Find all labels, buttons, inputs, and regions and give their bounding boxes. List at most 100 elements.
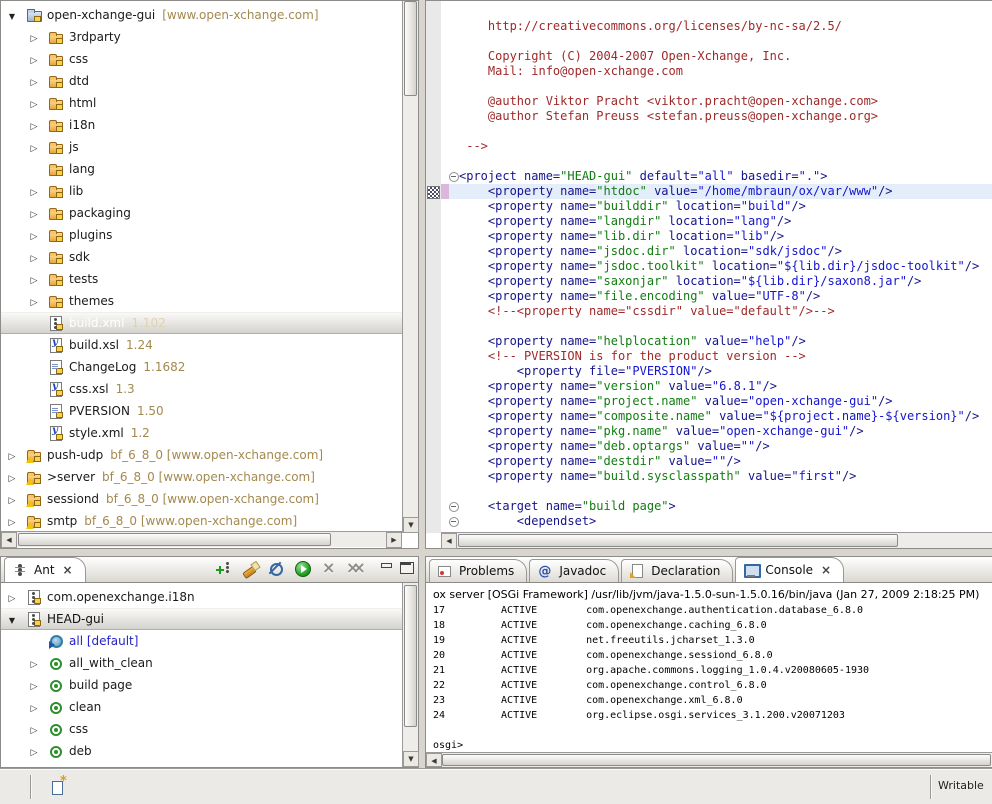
tree-row[interactable]: style.xml 1.2 (1, 422, 402, 444)
editor-line[interactable]: <property name="project.name" value="ope… (441, 394, 992, 409)
scroll-left-button[interactable]: ◀ (441, 533, 457, 549)
fold-toggle-icon[interactable] (449, 184, 459, 199)
editor-line[interactable]: Mail: info@open-xchange.com (441, 64, 992, 79)
fold-toggle-icon[interactable] (449, 34, 459, 49)
tree-row[interactable]: smtp bf_6_8_0 [www.open-xchange.com] (1, 510, 402, 532)
tree-row[interactable]: html (1, 92, 402, 114)
expand-arrow-icon[interactable] (27, 762, 41, 767)
annotation-ruler[interactable] (426, 1, 441, 533)
editor-line[interactable]: <property name="htdoc" value="/home/mbra… (441, 184, 992, 199)
fold-toggle-icon[interactable] (449, 19, 459, 34)
scroll-left-button[interactable]: ◀ (426, 753, 442, 767)
editor-line[interactable]: http://creativecommons.org/licenses/by-n… (441, 19, 992, 34)
scrollbar-thumb[interactable] (442, 754, 991, 766)
editor-line[interactable]: <property name="version" value="6.8.1"/> (441, 379, 992, 394)
expand-arrow-icon[interactable] (27, 180, 41, 202)
tab-declaration[interactable]: Declaration (621, 559, 733, 582)
editor-line[interactable] (441, 79, 992, 94)
expand-arrow-icon[interactable] (5, 586, 19, 608)
tree-row[interactable]: HEAD-gui (1, 608, 402, 630)
editor-line-text[interactable]: @author Stefan Preuss <stefan.preuss@ope… (459, 109, 992, 124)
tree-row[interactable]: sdk (1, 246, 402, 268)
editor-line-text[interactable]: Copyright (C) 2004-2007 Open-Xchange, In… (459, 49, 992, 64)
tree-row[interactable]: >server bf_6_8_0 [www.open-xchange.com] (1, 466, 402, 488)
tab-console[interactable]: Console (735, 557, 844, 582)
scrollbar-thumb[interactable] (18, 533, 331, 546)
tree-row[interactable]: all_with_clean (1, 652, 402, 674)
tree-row[interactable]: lang (1, 158, 402, 180)
tree-row[interactable]: plugins (1, 224, 402, 246)
remove-all-button[interactable] (346, 560, 364, 578)
expand-arrow-icon[interactable] (27, 400, 41, 422)
tree-row[interactable] (1, 762, 402, 767)
expand-arrow-icon[interactable] (27, 246, 41, 268)
editor-line[interactable] (441, 4, 992, 19)
fold-toggle-icon[interactable] (449, 214, 459, 229)
fold-toggle-icon[interactable] (449, 169, 459, 184)
editor-line-text[interactable]: <property name="composite.name" value="$… (459, 409, 992, 424)
editor-line-text[interactable]: <property name="jsdoc.dir" location="sdk… (459, 244, 992, 259)
editor-line[interactable] (441, 484, 992, 499)
fold-toggle-icon[interactable] (449, 319, 459, 334)
hide-internal-targets-button[interactable] (268, 560, 286, 578)
tree-row[interactable]: js (1, 136, 402, 158)
expand-arrow-icon[interactable] (27, 652, 41, 674)
expand-arrow-icon[interactable] (5, 608, 19, 630)
minimize-icon[interactable] (380, 562, 393, 573)
fold-toggle-icon[interactable] (449, 289, 459, 304)
scrollbar-thumb[interactable] (404, 1, 417, 96)
tree-row[interactable]: css (1, 48, 402, 70)
scroll-right-button[interactable]: ▶ (386, 532, 402, 548)
expand-arrow-icon[interactable] (5, 4, 19, 26)
fold-toggle-icon[interactable] (449, 154, 459, 169)
editor-line[interactable]: <property name="build.sysclasspath" valu… (441, 469, 992, 484)
fold-toggle-icon[interactable] (449, 409, 459, 424)
expand-arrow-icon[interactable] (27, 158, 41, 180)
editor-line[interactable]: <project name="HEAD-gui" default="all" b… (441, 169, 992, 184)
tree-row[interactable]: com.openexchange.i18n (1, 586, 402, 608)
fold-toggle-icon[interactable] (449, 379, 459, 394)
tree-row[interactable]: dtd (1, 70, 402, 92)
editor-line-text[interactable]: <dependset> (459, 514, 992, 529)
fold-toggle-icon[interactable] (449, 514, 459, 529)
editor-line-text[interactable]: Mail: info@open-xchange.com (459, 64, 992, 79)
editor-line-text[interactable]: <!--<property name="cssdir" value="defau… (459, 304, 992, 319)
fold-toggle-icon[interactable] (449, 244, 459, 259)
editor-line-text[interactable] (459, 319, 992, 334)
scroll-down-button[interactable]: ▼ (403, 517, 419, 533)
fold-toggle-icon[interactable] (449, 424, 459, 439)
explorer-vertical-scrollbar[interactable]: ▼ (402, 1, 418, 533)
editor-line[interactable]: @author Stefan Preuss <stefan.preuss@ope… (441, 109, 992, 124)
expand-arrow-icon[interactable] (27, 48, 41, 70)
editor-line[interactable]: <property name="helplocation" value="hel… (441, 334, 992, 349)
expand-arrow-icon[interactable] (5, 444, 19, 466)
scroll-down-button[interactable]: ▼ (403, 751, 419, 767)
expand-arrow-icon[interactable] (27, 136, 41, 158)
editor-line-text[interactable]: --> (459, 139, 992, 154)
editor-line[interactable]: <dependset> (441, 514, 992, 529)
scrollbar-thumb[interactable] (404, 585, 417, 727)
close-tab-icon[interactable] (821, 564, 831, 576)
editor-line-text[interactable]: <property name="jsdoc.toolkit" location=… (459, 259, 992, 274)
expand-arrow-icon[interactable] (27, 422, 41, 444)
expand-arrow-icon[interactable] (27, 718, 41, 740)
editor-line[interactable] (441, 34, 992, 49)
editor-line[interactable]: <property name="saxonjar" location="${li… (441, 274, 992, 289)
console-output[interactable]: ox server [OSGi Framework] /usr/lib/jvm/… (428, 583, 992, 752)
editor-line[interactable] (441, 124, 992, 139)
tree-row[interactable]: sessiond bf_6_8_0 [www.open-xchange.com] (1, 488, 402, 510)
editor-line-text[interactable]: <property name="version" value="6.8.1"/> (459, 379, 992, 394)
run-button[interactable] (294, 560, 312, 578)
editor-line-text[interactable]: <!-- PVERSION is for the product version… (459, 349, 992, 364)
editor-horizontal-scrollbar[interactable]: ◀ (441, 532, 992, 548)
editor-line[interactable]: <property name="destdir" value=""/> (441, 454, 992, 469)
expand-arrow-icon[interactable] (27, 92, 41, 114)
fast-view-icon[interactable] (52, 778, 68, 794)
editor-line[interactable]: <!--<property name="cssdir" value="defau… (441, 304, 992, 319)
expand-arrow-icon[interactable] (5, 510, 19, 532)
fold-toggle-icon[interactable] (449, 364, 459, 379)
fold-toggle-icon[interactable] (449, 439, 459, 454)
fold-toggle-icon[interactable] (449, 4, 459, 19)
tree-row[interactable]: all [default] (1, 630, 402, 652)
tree-row[interactable]: open-xchange-gui [www.open-xchange.com] (1, 4, 402, 26)
